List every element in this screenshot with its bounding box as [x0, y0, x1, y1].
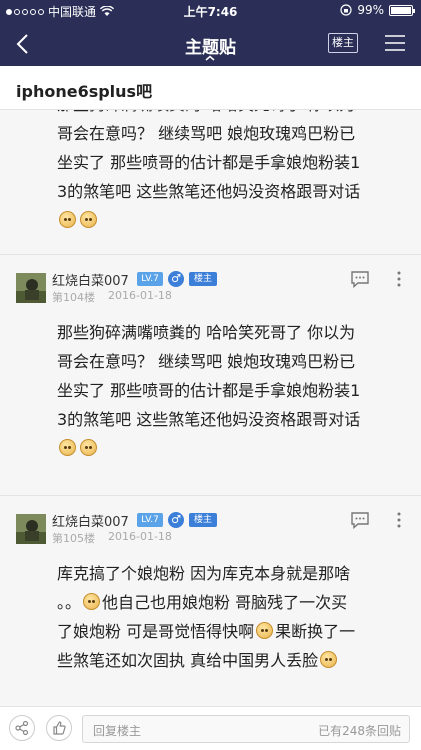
emoji-icon — [256, 622, 274, 639]
forum-name[interactable]: iphone6splus吧 — [16, 78, 152, 102]
share-button[interactable] — [9, 715, 35, 741]
post-line: 了娘炮粉 可是哥觉悟得快啊 果断换了一 — [57, 617, 409, 646]
bottom-bar: 回复楼主 已有248条回贴 — [0, 706, 421, 750]
post-text: 些煞笔还如次固执 真给中国男人丢脸 — [57, 651, 319, 670]
emoji-icon — [320, 651, 338, 668]
post-line: 库克搞了个娘炮粉 因为库克本身就是那啥 — [57, 564, 351, 583]
post-105: 红烧白菜007 LV.7 ♂ 楼主 第105楼 2016-01-18 库克搞了个… — [0, 496, 421, 706]
owner-badge: 楼主 — [189, 272, 217, 286]
menu-icon[interactable] — [384, 33, 406, 53]
reply-input[interactable]: 回复楼主 已有248条回贴 — [82, 715, 410, 743]
post-line: 3的煞笔吧 这些煞笔还他妈没资格跟哥对话 — [57, 182, 361, 201]
post-text: 他自己也用娘炮粉 哥脑残了一次买 — [102, 593, 348, 612]
post-line: 那些狗碎满嘴喷粪的 哈哈笑死哥了 你以为 — [57, 110, 409, 119]
emoji-icon — [80, 211, 97, 228]
more-options-icon[interactable] — [395, 270, 403, 288]
only-owner-button[interactable]: 楼主 — [328, 33, 358, 53]
level-badge: LV.7 — [137, 513, 163, 527]
emoji-icon — [59, 439, 76, 456]
post-continued: 那些狗碎满嘴喷粪的 哈哈笑死哥了 你以为 哥会在意吗？ 继续骂吧 娘炮玫瑰鸡巴粉… — [0, 110, 421, 255]
emoji-icon — [59, 211, 76, 228]
battery-percent: 99% — [357, 3, 384, 17]
owner-badge: 楼主 — [189, 513, 217, 527]
post-date: 2016-01-18 — [108, 530, 172, 543]
post-date: 2016-01-18 — [108, 289, 172, 302]
avatar[interactable] — [16, 514, 46, 544]
chevron-up-icon[interactable] — [203, 54, 217, 62]
post-line: 哥会在意吗？ 继续骂吧 娘炮玫瑰鸡巴粉已 — [57, 124, 356, 143]
post-text: 。。 — [57, 593, 82, 612]
thumbs-up-icon — [53, 721, 66, 735]
male-icon: ♂ — [168, 512, 184, 528]
username[interactable]: 红烧白菜007 — [52, 270, 129, 289]
share-icon — [15, 720, 29, 736]
post-line: 。。 他自己也用娘炮粉 哥脑残了一次买 — [57, 588, 409, 617]
avatar[interactable] — [16, 273, 46, 303]
more-options-icon[interactable] — [395, 511, 403, 529]
post-line: 哥会在意吗？ 继续骂吧 娘炮玫瑰鸡巴粉已 — [57, 352, 356, 371]
reply-count: 已有248条回贴 — [318, 724, 401, 738]
male-icon: ♂ — [168, 271, 184, 287]
post-line: 些煞笔还如次固执 真给中国男人丢脸 — [57, 646, 409, 675]
post-list[interactable]: 那些狗碎满嘴喷粪的 哈哈笑死哥了 你以为 哥会在意吗？ 继续骂吧 娘炮玫瑰鸡巴粉… — [0, 110, 421, 706]
reply-placeholder: 回复楼主 — [93, 724, 142, 738]
rotation-lock-icon — [340, 4, 352, 16]
nav-bar: 主题贴 楼主 — [0, 22, 421, 66]
emoji-icon — [80, 439, 97, 456]
post-text: 了娘炮粉 可是哥觉悟得快啊 — [57, 622, 255, 641]
battery-icon — [389, 4, 415, 16]
floor-number: 第105楼 — [52, 532, 95, 545]
forum-header[interactable]: iphone6splus吧 — [0, 66, 421, 110]
emoji-row — [57, 206, 409, 235]
emoji-icon — [83, 593, 101, 610]
post-line: 坐实了 那些喷哥的估计都是手拿娘炮粉装1 — [57, 381, 361, 400]
status-right: 99% — [340, 3, 415, 17]
level-badge: LV.7 — [137, 272, 163, 286]
emoji-row — [57, 434, 409, 463]
post-104: 红烧白菜007 LV.7 ♂ 楼主 第104楼 2016-01-18 那些狗碎满… — [0, 255, 421, 496]
comment-icon[interactable] — [350, 270, 370, 288]
post-line: 那些狗碎满嘴喷粪的 哈哈笑死哥了 你以为 — [57, 323, 356, 342]
floor-number: 第104楼 — [52, 291, 95, 304]
post-line: 3的煞笔吧 这些煞笔还他妈没资格跟哥对话 — [57, 410, 361, 429]
like-button[interactable] — [46, 715, 72, 741]
status-bar: 中国联通 上午7:46 99% — [0, 0, 421, 22]
post-line: 坐实了 那些喷哥的估计都是手拿娘炮粉装1 — [57, 153, 361, 172]
comment-icon[interactable] — [350, 511, 370, 529]
post-body: 库克搞了个娘炮粉 因为库克本身就是那啥 。。 他自己也用娘炮粉 哥脑残了一次买 了… — [57, 559, 409, 675]
username[interactable]: 红烧白菜007 — [52, 511, 129, 530]
post-body: 那些狗碎满嘴喷粪的 哈哈笑死哥了 你以为 哥会在意吗？ 继续骂吧 娘炮玫瑰鸡巴粉… — [57, 318, 409, 463]
post-body: 那些狗碎满嘴喷粪的 哈哈笑死哥了 你以为 哥会在意吗？ 继续骂吧 娘炮玫瑰鸡巴粉… — [57, 110, 409, 235]
post-text: 果断换了一 — [275, 622, 356, 641]
